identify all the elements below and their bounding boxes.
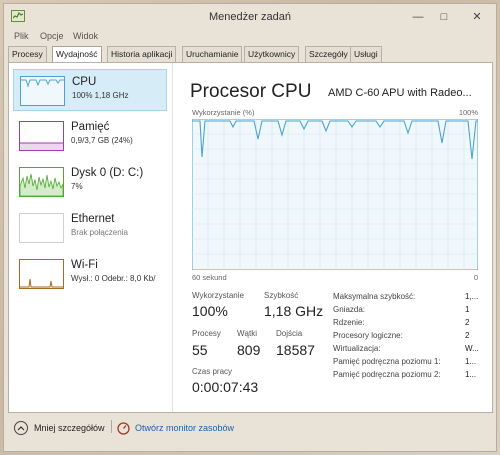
info-value: 1... bbox=[465, 370, 477, 379]
title-bar: Menedżer zadań — □ ✕ bbox=[4, 4, 496, 30]
uptime-value: 0:00:07:43 bbox=[192, 379, 259, 395]
tab-szczegoly[interactable]: Szczegóły bbox=[305, 46, 352, 62]
speed-value: 1,18 GHz bbox=[264, 303, 324, 319]
memory-mini-graph bbox=[19, 121, 64, 151]
sidebar-item-disk[interactable]: Dysk 0 (D: C:) 7% bbox=[13, 161, 167, 203]
tab-wydajnosc[interactable]: Wydajność bbox=[52, 46, 102, 63]
minimize-button[interactable]: — bbox=[405, 8, 431, 26]
threads-value: 809 bbox=[237, 342, 261, 358]
menu-plik[interactable]: Plik bbox=[14, 31, 29, 41]
graph-x-min: 0 bbox=[473, 273, 478, 282]
cpu-usage-graph bbox=[191, 118, 479, 271]
wifi-mini-graph bbox=[19, 259, 64, 289]
sidebar-item-label: Wi-Fi bbox=[71, 259, 98, 271]
cpu-model: AMD C-60 APU with Radeo... bbox=[328, 87, 472, 99]
usage-value: 100% bbox=[192, 303, 228, 319]
fewer-details-label: Mniej szczegółów bbox=[34, 423, 105, 433]
handles-label: Dojścia bbox=[276, 329, 303, 338]
menu-opcje[interactable]: Opcje bbox=[40, 31, 64, 41]
maximize-button[interactable]: □ bbox=[431, 8, 457, 26]
sidebar-item-label: Dysk 0 (D: C:) bbox=[71, 167, 144, 179]
cpu-mini-graph bbox=[20, 76, 65, 106]
performance-panel: CPU 100% 1,18 GHz Pamięć 0,9/3,7 GB (24%… bbox=[8, 62, 493, 413]
close-button[interactable]: ✕ bbox=[459, 8, 495, 26]
sidebar-item-wifi[interactable]: Wi-Fi Wysł.: 0 Odebr.: 8,0 Kb/ bbox=[13, 253, 167, 295]
graph-y-label: Wykorzystanie (%) bbox=[192, 108, 255, 117]
sidebar-item-label: CPU bbox=[72, 76, 97, 88]
task-manager-window: Menedżer zadań — □ ✕ Plik Opcje Widok Pr… bbox=[3, 3, 497, 452]
sidebar-item-ethernet[interactable]: Ethernet Brak połączenia bbox=[13, 207, 167, 249]
disk-mini-graph bbox=[19, 167, 64, 197]
sidebar-item-detail: Wysł.: 0 Odebr.: 8,0 Kb/ bbox=[71, 274, 156, 283]
processes-label: Procesy bbox=[192, 329, 221, 338]
processes-value: 55 bbox=[192, 342, 208, 358]
ethernet-mini-graph bbox=[19, 213, 64, 243]
footer-divider bbox=[111, 420, 112, 433]
info-value: 2 bbox=[465, 331, 470, 340]
cpu-detail-pane: Procesor CPU AMD C-60 APU with Radeo... … bbox=[179, 63, 491, 412]
resource-monitor-label: Otwórz monitor zasobów bbox=[135, 423, 235, 433]
sidebar-item-detail: 100% 1,18 GHz bbox=[72, 91, 129, 100]
info-value: 1... bbox=[465, 357, 477, 366]
info-label: Wirtualizacja: bbox=[333, 344, 381, 353]
info-value: 2 bbox=[465, 318, 470, 327]
tab-uruchamianie[interactable]: Uruchamianie bbox=[182, 46, 243, 62]
info-label: Procesory logiczne: bbox=[333, 331, 403, 340]
info-label: Gniazda: bbox=[333, 305, 366, 314]
tab-uzytkownicy[interactable]: Użytkownicy bbox=[244, 46, 300, 62]
sidebar-item-detail: Brak połączenia bbox=[71, 228, 128, 237]
sidebar-item-label: Pamięć bbox=[71, 121, 110, 133]
graph-y-max: 100% bbox=[458, 108, 478, 117]
sidebar-item-label: Ethernet bbox=[71, 213, 115, 225]
menu-widok[interactable]: Widok bbox=[73, 31, 98, 41]
tab-uslugi[interactable]: Usługi bbox=[350, 46, 382, 62]
page-title: Procesor CPU bbox=[190, 81, 312, 102]
tab-historia-aplikacji[interactable]: Historia aplikacji bbox=[107, 46, 177, 62]
uptime-label: Czas pracy bbox=[192, 367, 233, 376]
speed-label: Szybkość bbox=[264, 291, 299, 300]
info-label: Pamięć podręczna poziomu 1: bbox=[333, 357, 441, 366]
tab-procesy[interactable]: Procesy bbox=[8, 46, 47, 62]
handles-value: 18587 bbox=[276, 342, 315, 358]
graph-x-label: 60 sekund bbox=[192, 273, 227, 282]
info-value: 1,... bbox=[465, 292, 479, 301]
usage-label: Wykorzystanie bbox=[192, 291, 244, 300]
info-label: Pamięć podręczna poziomu 2: bbox=[333, 370, 441, 379]
resource-monitor-icon bbox=[117, 422, 130, 437]
chevron-up-icon bbox=[14, 421, 28, 435]
footer-bar: Mniej szczegółów Otwórz monitor zasobów bbox=[4, 414, 496, 451]
info-value: W... bbox=[465, 344, 479, 353]
sidebar-item-cpu[interactable]: CPU 100% 1,18 GHz bbox=[13, 69, 167, 111]
sidebar-item-detail: 7% bbox=[71, 182, 83, 191]
info-label: Maksymalna szybkość: bbox=[333, 292, 416, 301]
menu-bar: Plik Opcje Widok bbox=[4, 30, 496, 45]
sidebar-item-memory[interactable]: Pamięć 0,9/3,7 GB (24%) bbox=[13, 115, 167, 157]
info-label: Rdzenie: bbox=[333, 318, 365, 327]
threads-label: Wątki bbox=[237, 329, 257, 338]
resource-sidebar: CPU 100% 1,18 GHz Pamięć 0,9/3,7 GB (24%… bbox=[9, 63, 173, 412]
sidebar-item-detail: 0,9/3,7 GB (24%) bbox=[71, 136, 133, 145]
info-value: 1 bbox=[465, 305, 470, 314]
